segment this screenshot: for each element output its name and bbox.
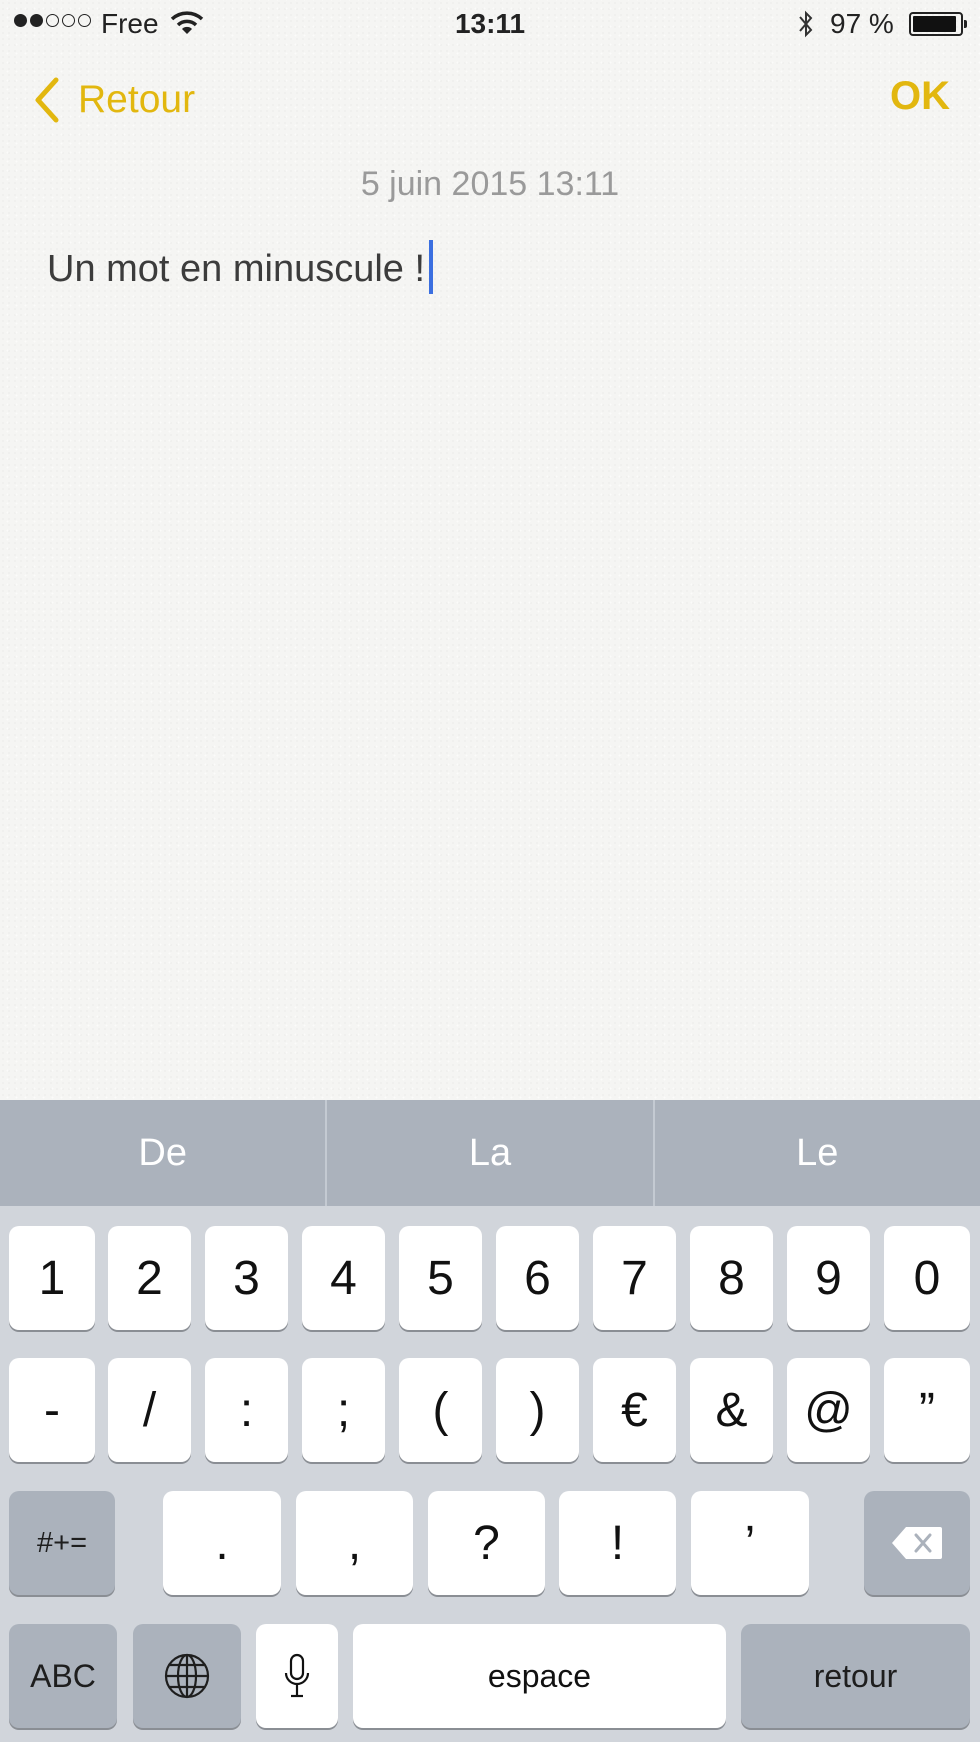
battery-percentage: 97 % [830, 8, 894, 39]
back-label: Retour [78, 78, 196, 121]
globe-icon [164, 1653, 210, 1699]
abc-key[interactable]: ABC [9, 1624, 117, 1728]
key-8[interactable]: 8 [690, 1226, 773, 1330]
more-symbols-key[interactable]: #+= [9, 1491, 115, 1595]
key-5[interactable]: 5 [399, 1226, 482, 1330]
key-quote[interactable]: ” [884, 1358, 970, 1462]
key-question[interactable]: ? [428, 1491, 545, 1595]
key-0[interactable]: 0 [884, 1226, 970, 1330]
predictive-bar: De La Le [0, 1100, 980, 1206]
keyboard-row-symbols: - / : ; ( ) € & @ ” [0, 1358, 980, 1464]
key-ampersand[interactable]: & [690, 1358, 773, 1462]
bluetooth-icon [799, 10, 813, 38]
done-button[interactable]: OK [890, 74, 950, 119]
key-hyphen[interactable]: - [9, 1358, 95, 1462]
key-1[interactable]: 1 [9, 1226, 95, 1330]
key-period[interactable]: . [163, 1491, 281, 1595]
chevron-left-icon [35, 77, 59, 123]
text-cursor [429, 240, 434, 294]
note-text-field[interactable]: Un mot en minuscule ! [47, 240, 434, 294]
battery-icon [909, 12, 967, 36]
key-7[interactable]: 7 [593, 1226, 676, 1330]
key-2[interactable]: 2 [108, 1226, 191, 1330]
key-6[interactable]: 6 [496, 1226, 579, 1330]
key-9[interactable]: 9 [787, 1226, 870, 1330]
key-semicolon[interactable]: ; [302, 1358, 385, 1462]
key-exclamation[interactable]: ! [559, 1491, 676, 1595]
backspace-icon [892, 1527, 942, 1559]
space-key[interactable]: espace [353, 1624, 726, 1728]
suggestion-3[interactable]: Le [652, 1100, 980, 1206]
note-date: 5 juin 2015 13:11 [360, 165, 620, 203]
suggestion-2[interactable]: La [325, 1100, 652, 1206]
return-key[interactable]: retour [741, 1624, 970, 1728]
key-slash[interactable]: / [108, 1358, 191, 1462]
delete-key[interactable] [864, 1491, 970, 1595]
key-euro[interactable]: € [593, 1358, 676, 1462]
back-button[interactable]: Retour [30, 70, 195, 130]
key-close-paren[interactable]: ) [496, 1358, 579, 1462]
key-4[interactable]: 4 [302, 1226, 385, 1330]
key-at[interactable]: @ [787, 1358, 870, 1462]
status-bar: Free 13:11 97 % [0, 0, 980, 48]
keyboard-row-punctuation: #+= . , ? ! ’ [0, 1491, 980, 1597]
globe-key[interactable] [133, 1624, 241, 1728]
key-3[interactable]: 3 [205, 1226, 288, 1330]
key-apostrophe[interactable]: ’ [691, 1491, 809, 1595]
keyboard-row-bottom: ABC espace retour [0, 1624, 980, 1730]
key-colon[interactable]: : [205, 1358, 288, 1462]
keyboard: De La Le 1 2 3 4 5 6 7 8 9 0 - / : ; ( )… [0, 1100, 980, 1742]
key-open-paren[interactable]: ( [399, 1358, 482, 1462]
dictation-key[interactable] [256, 1624, 338, 1728]
microphone-icon [284, 1653, 310, 1698]
suggestion-1[interactable]: De [0, 1100, 325, 1206]
key-comma[interactable]: , [296, 1491, 413, 1595]
keyboard-row-digits: 1 2 3 4 5 6 7 8 9 0 [0, 1226, 980, 1332]
note-text: Un mot en minuscule ! [47, 247, 426, 290]
